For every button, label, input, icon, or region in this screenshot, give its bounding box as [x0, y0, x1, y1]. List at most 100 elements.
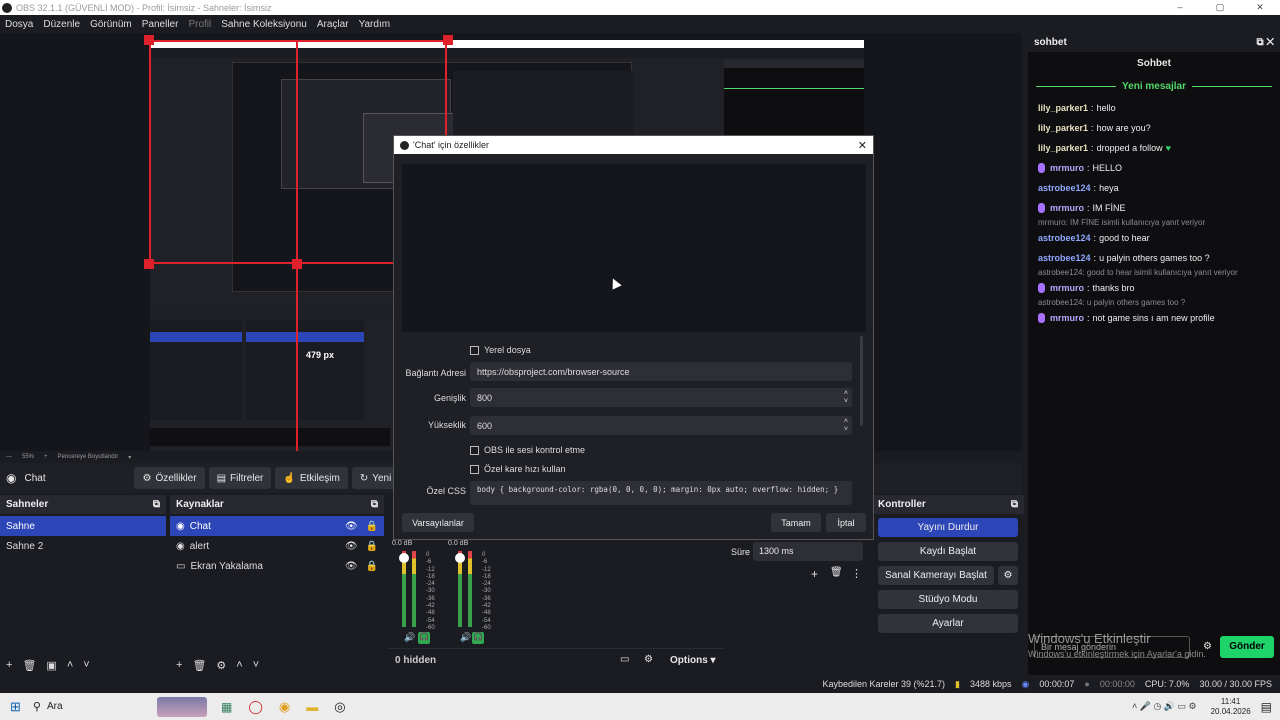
checkbox-box[interactable]: [470, 445, 479, 455]
chat-message[interactable]: astrobee124: good to hear: [1028, 228, 1280, 248]
chat-message[interactable]: mrmuro: not game sins ı am new profile: [1028, 308, 1280, 328]
width-spinbox[interactable]: 800 ˄ ˅: [470, 388, 852, 407]
start-record-button[interactable]: Kaydı Başlat: [878, 542, 1018, 561]
url-input[interactable]: https://obsproject.com/browser-source: [470, 362, 852, 381]
menu-docks[interactable]: Paneller: [142, 19, 179, 30]
visibility-eye-icon[interactable]: 👁: [345, 521, 358, 532]
visibility-eye-icon[interactable]: 👁: [345, 561, 358, 572]
move-up-icon[interactable]: ˄: [236, 659, 242, 671]
obs-taskbar-icon[interactable]: ◎: [334, 699, 345, 715]
clock[interactable]: 11:41 20.04.2026: [1211, 697, 1251, 717]
chat-username[interactable]: lily_parker1: [1038, 103, 1088, 113]
advanced-audio-icon[interactable]: ⚙: [644, 654, 653, 665]
search-icon[interactable]: ⚲: [33, 700, 41, 713]
tray-icons[interactable]: ˄ 🎤 ◷ 🔊 ▭ ⚙: [1132, 701, 1197, 712]
minimize-button[interactable]: –: [1160, 0, 1200, 15]
menu-edit[interactable]: Düzenle: [43, 19, 80, 30]
defaults-button[interactable]: Varsayılanlar: [402, 513, 474, 532]
notification-icon[interactable]: ▤: [1261, 700, 1272, 714]
move-down-icon[interactable]: ˅: [253, 659, 259, 671]
local-file-checkbox[interactable]: Yerel dosya: [470, 345, 531, 355]
send-button[interactable]: Gönder: [1220, 636, 1274, 658]
chat-username[interactable]: astrobee124: [1038, 183, 1091, 193]
windows-start-icon[interactable]: ⊞: [10, 699, 21, 715]
dock-float-icon[interactable]: ⧉: [371, 499, 378, 510]
chat-username[interactable]: mrmuro: [1050, 203, 1084, 213]
widget-news-icon[interactable]: [156, 696, 207, 717]
file-explorer-icon[interactable]: ▬: [306, 700, 318, 714]
css-textarea[interactable]: body { background-color: rgba(0, 0, 0, 0…: [470, 481, 852, 505]
chat-message[interactable]: mrmuro: IM FİNE: [1028, 198, 1280, 218]
chat-message[interactable]: lily_parker1: dropped a follow ♥: [1028, 138, 1280, 158]
add-scene-icon[interactable]: +: [6, 659, 12, 671]
volume-slider-handle[interactable]: [399, 553, 409, 563]
lock-icon[interactable]: 🔒: [366, 561, 378, 572]
custom-fps-checkbox[interactable]: Özel kare hızı kullan: [470, 464, 566, 474]
chat-username[interactable]: lily_parker1: [1038, 123, 1088, 133]
remove-transition-icon[interactable]: 🗑: [830, 567, 843, 578]
resize-handle-b[interactable]: [292, 259, 302, 269]
chat-message[interactable]: lily_parker1: hello: [1028, 98, 1280, 118]
source-item[interactable]: ◉ Chat 👁 🔒: [170, 516, 384, 536]
more-options-icon[interactable]: ⋮: [851, 567, 862, 580]
dock-float-icon[interactable]: ⧉: [1011, 499, 1018, 510]
resize-handle-tl[interactable]: [144, 35, 154, 45]
monitor-headphones-icon[interactable]: 🎧: [472, 632, 484, 644]
interact-button[interactable]: ☝ Etkileşim: [275, 467, 348, 489]
stop-stream-button[interactable]: Yayını Durdur: [878, 518, 1018, 537]
source-item[interactable]: ▭ Ekran Yakalama 👁 🔒: [170, 556, 384, 576]
options-button[interactable]: Options ▾: [670, 655, 716, 666]
chat-username[interactable]: mrmuro: [1050, 283, 1084, 293]
chat-username[interactable]: astrobee124: [1038, 253, 1091, 263]
speaker-icon[interactable]: 🔊: [404, 632, 415, 643]
spin-arrows-icon[interactable]: ˄ ˅: [844, 390, 848, 406]
chat-message[interactable]: lily_parker1: how are you?: [1028, 118, 1280, 138]
chat-username[interactable]: lily_parker1: [1038, 143, 1088, 153]
filters-button[interactable]: ▤ Filtreler: [208, 467, 272, 489]
move-up-icon[interactable]: ˄: [67, 659, 73, 671]
remove-source-icon[interactable]: 🗑: [192, 659, 206, 672]
cancel-button[interactable]: İptal: [826, 513, 866, 532]
menu-profile[interactable]: Profil: [188, 19, 211, 30]
chat-message[interactable]: mrmuro: HELLO: [1028, 158, 1280, 178]
zoom-in-button[interactable]: +: [44, 454, 48, 460]
duration-input[interactable]: 1300 ms: [753, 542, 863, 561]
layout-toggle-icon[interactable]: ▭: [620, 654, 629, 665]
properties-button[interactable]: ⚙ Özellikler: [134, 467, 205, 489]
maximize-button[interactable]: ▢: [1200, 0, 1240, 15]
height-spinbox[interactable]: 600 ˄ ˅: [470, 416, 852, 435]
audio-control-checkbox[interactable]: OBS ile sesi kontrol etme: [470, 445, 585, 455]
checkbox-box[interactable]: [470, 345, 479, 355]
chrome-icon[interactable]: ◉: [279, 699, 290, 715]
add-source-icon[interactable]: +: [176, 659, 182, 671]
studio-mode-button[interactable]: Stüdyo Modu: [878, 590, 1018, 609]
dock-controls[interactable]: ⧉ ✕: [1256, 37, 1274, 48]
dock-float-icon[interactable]: ⧉: [153, 499, 160, 510]
source-item[interactable]: ◉ alert 👁 🔒: [170, 536, 384, 556]
menu-help[interactable]: Yardım: [359, 19, 391, 30]
menu-scene-collection[interactable]: Sahne Koleksiyonu: [221, 19, 307, 30]
dialog-scrollbar[interactable]: [860, 336, 863, 426]
settings-button[interactable]: Ayarlar: [878, 614, 1018, 633]
menu-tools[interactable]: Araçlar: [317, 19, 349, 30]
scene-filters-icon[interactable]: ▣: [46, 659, 56, 672]
volume-slider-handle[interactable]: [455, 553, 465, 563]
browser-preview[interactable]: [402, 164, 866, 332]
calculator-icon[interactable]: ▦: [221, 700, 232, 714]
add-transition-icon[interactable]: +: [811, 567, 818, 581]
virtual-cam-settings-icon[interactable]: ⚙: [998, 566, 1018, 585]
scene-item[interactable]: Sahne 2: [0, 536, 166, 556]
source-properties-icon[interactable]: ⚙: [216, 659, 226, 672]
monitor-headphones-icon[interactable]: 🎧: [418, 632, 430, 644]
chat-username[interactable]: astrobee124: [1038, 233, 1091, 243]
lock-icon[interactable]: 🔒: [366, 521, 378, 532]
chat-username[interactable]: mrmuro: [1050, 163, 1084, 173]
menu-file[interactable]: Dosya: [5, 19, 33, 30]
menu-view[interactable]: Görünüm: [90, 19, 132, 30]
visibility-eye-icon[interactable]: 👁: [345, 541, 358, 552]
spin-arrows-icon[interactable]: ˄ ˅: [844, 418, 848, 434]
move-down-icon[interactable]: ˅: [83, 659, 89, 671]
chat-message[interactable]: mrmuro: thanks bro: [1028, 278, 1280, 298]
scene-item[interactable]: Sahne: [0, 516, 166, 536]
close-button[interactable]: ✕: [1240, 0, 1280, 15]
